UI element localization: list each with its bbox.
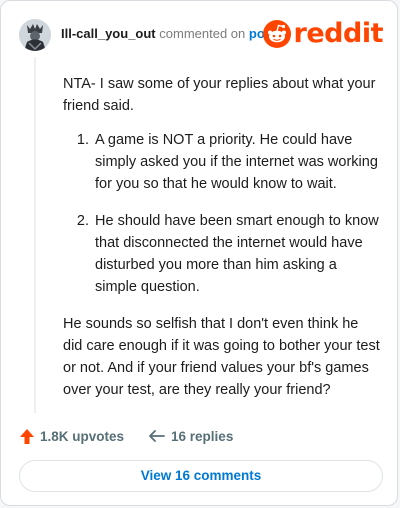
comment-header: Ill-call_you_out commented on post reddi…	[19, 15, 384, 55]
comment-list: A game is NOT a priority. He could have …	[63, 129, 381, 298]
comment-closing: He sounds so selfish that I don't even t…	[63, 316, 380, 398]
replies-button[interactable]: 16 replies	[148, 429, 233, 444]
upvote-button[interactable]: 1.8K upvotes	[19, 428, 124, 445]
reddit-snoo-icon	[262, 20, 291, 48]
avatar[interactable]	[19, 19, 51, 51]
comment-meta: Ill-call_you_out commented on post	[61, 26, 276, 41]
comment-body: NTA- I saw some of your replies about wh…	[63, 73, 381, 413]
comment-point-1: A game is NOT a priority. He could have …	[93, 129, 381, 195]
reply-arrow-icon	[149, 430, 165, 442]
thread-line[interactable]	[34, 57, 36, 413]
reddit-logo[interactable]: reddit	[262, 18, 384, 49]
comment-actions: 1.8K upvotes 16 replies	[19, 425, 233, 447]
reddit-wordmark: reddit	[293, 18, 384, 49]
upvote-arrow-icon	[20, 428, 34, 444]
comment-card: Ill-call_you_out commented on post reddi…	[0, 0, 398, 506]
view-comments-button[interactable]: View 16 comments	[19, 460, 383, 492]
username[interactable]: Ill-call_you_out	[61, 26, 156, 41]
comment-intro: NTA- I saw some of your replies about wh…	[63, 76, 376, 114]
upvote-count: 1.8K upvotes	[40, 428, 125, 444]
commented-on-text: commented on	[159, 26, 246, 41]
avatar-image-icon	[19, 19, 51, 51]
comment-point-2: He should have been smart enough to know…	[93, 210, 381, 298]
reply-count: 16 replies	[171, 428, 234, 444]
